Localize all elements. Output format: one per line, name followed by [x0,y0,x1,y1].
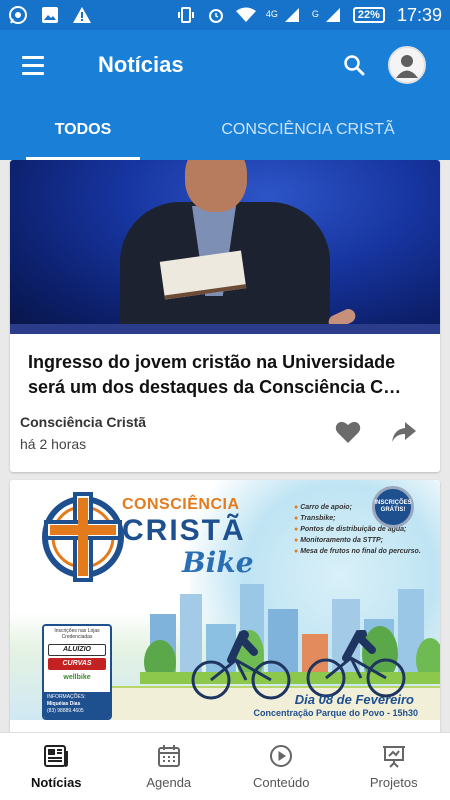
news-source: Consciência Cristã [20,414,147,430]
whatsapp-icon [8,5,28,25]
bottom-navigation: Notícias Agenda Conteúdo Projetos [0,732,450,800]
account-icon[interactable] [388,46,426,84]
nav-label: Notícias [30,774,82,790]
tab-bar: TODOS CONSCIÊNCIA CRISTÃ [0,100,450,160]
cross-bike-logo [40,490,126,589]
nav-label: Agenda [146,774,192,790]
image-icon [40,5,60,25]
newspaper-icon [43,744,69,771]
sponsor-info: INFORMAÇÕES: Miquéias Dias (83) 98889.46… [44,692,110,718]
nav-projetos[interactable]: Projetos [338,733,450,800]
battery-indicator: 22% [352,7,385,23]
nav-label: Projetos [369,774,418,790]
free-registration-seal: INSCRIÇÕES GRÁTIS! [372,486,414,528]
status-bar: 4G G 22% 17:39 [0,0,450,30]
poster-title-line1: CONSCIÊNCIA [122,496,240,513]
news-title[interactable]: Ingresso do jovem cristão na Universidad… [10,334,440,408]
nav-conteudo[interactable]: Conteúdo [225,733,338,800]
nav-agenda[interactable]: Agenda [113,733,226,800]
news-feed[interactable]: Ingresso do jovem cristão na Universidad… [0,160,450,732]
notification-icons [8,5,92,25]
heart-icon[interactable] [334,418,362,446]
sponsor-box: Inscrições nas Lojas Credenciadas ALUÍZI… [42,624,112,720]
wifi-icon [235,5,256,25]
share-icon[interactable] [390,418,418,446]
poster-date: Dia 08 de Fevereiro [294,692,414,707]
nav-label: Conteúdo [253,774,310,790]
nav-noticias[interactable]: Notícias [0,733,113,800]
sponsor-logo-curvas: CURVAS [48,658,106,670]
signal-icon [282,5,302,25]
presentation-icon [382,744,406,771]
news-photo [10,160,440,334]
menu-icon[interactable] [22,45,62,85]
page-title: Notícias [98,52,184,77]
app-bar: Notícias [0,30,450,100]
search-icon[interactable] [336,47,372,83]
tab-consciencia-crista[interactable]: CONSCIÊNCIA CRISTÃ [166,100,450,160]
signal-2-icon [323,5,343,25]
alarm-icon [206,5,226,25]
news-card[interactable]: CONSCIÊNCIA CRISTÃ Bike Carro de apoio; … [10,480,440,732]
warning-icon [72,5,92,25]
event-poster: CONSCIÊNCIA CRISTÃ Bike Carro de apoio; … [10,480,440,720]
calendar-icon [157,744,181,771]
network-g-label: G [311,8,319,19]
news-time: há 2 horas [20,436,87,452]
tab-todos[interactable]: TODOS [0,100,166,160]
news-card[interactable]: Ingresso do jovem cristão na Universidad… [10,160,440,472]
list-item: Mesa de frutos no final do percurso. [294,546,421,557]
sponsor-logo-aluizio: ALUÍZIO [48,644,106,656]
clock: 17:39 [396,4,442,25]
network-4g-label: 4G [265,8,278,19]
vibrate-icon [176,5,196,25]
poster-place: Concentração Parque do Povo - 15h30 [253,708,418,718]
news-meta: Consciência Cristã há 2 horas [20,414,146,452]
poster-title-line2: CRISTÃ [122,514,246,547]
play-circle-icon [269,744,293,771]
sponsor-logo-wellbike: wellbike [48,672,106,684]
sponsor-header: Inscrições nas Lojas Credenciadas [44,626,110,642]
list-item: Monitoramento da STTP; [294,535,421,546]
